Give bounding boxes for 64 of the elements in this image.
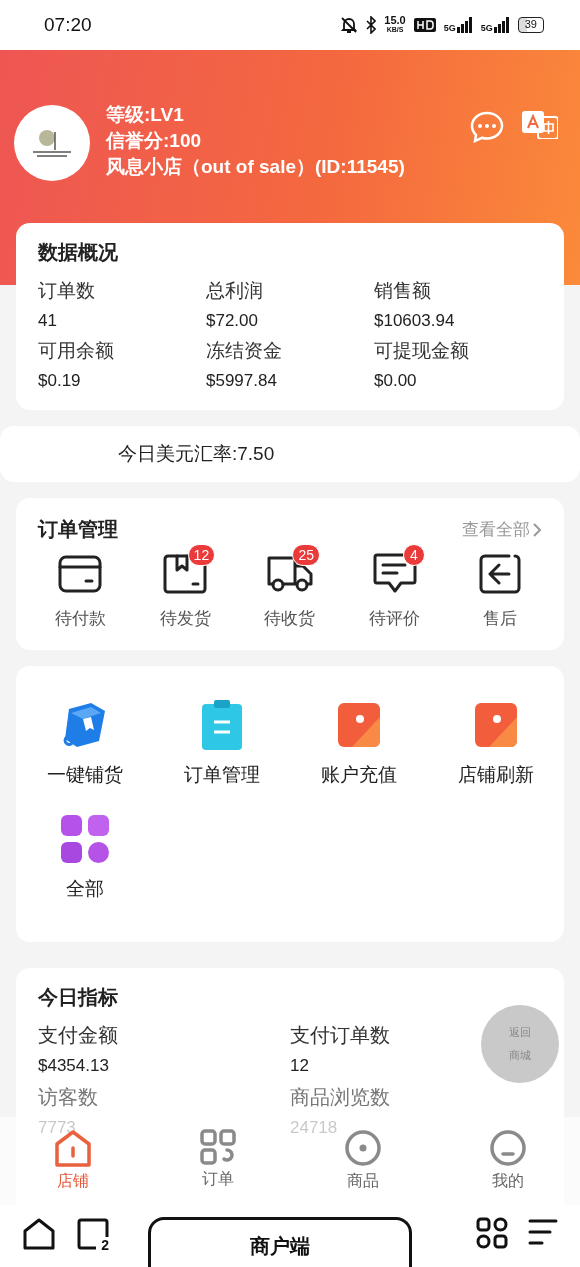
chat-icon[interactable] — [470, 111, 504, 143]
order-title: 订单管理 — [38, 517, 118, 542]
count-badge: 4 — [402, 544, 425, 566]
wallet-card-icon — [474, 703, 517, 747]
count-badge: 12 — [187, 544, 216, 566]
stat-label: 订单数 — [38, 279, 95, 303]
stat-value: $0.19 — [38, 370, 81, 392]
home-icon[interactable] — [22, 1217, 56, 1251]
tool-label[interactable]: 账户充值 — [320, 762, 397, 788]
profile-icon — [488, 1129, 527, 1167]
tool-label[interactable]: 订单管理 — [183, 762, 260, 788]
metric-label: 访客数 — [38, 1085, 98, 1110]
return-icon — [478, 554, 521, 594]
stat-value: $72.00 — [206, 310, 258, 332]
wallet-icon — [58, 555, 103, 593]
stat-value: $5997.84 — [206, 370, 277, 392]
translate-icon[interactable] — [522, 111, 558, 139]
stat-value: $10603.94 — [374, 310, 455, 332]
metric-label: 支付订单数 — [290, 1023, 390, 1048]
order-status-link[interactable]: 待发货 — [159, 607, 211, 630]
overview-title: 数据概况 — [38, 240, 119, 265]
tool-label[interactable]: 一键铺货 — [46, 762, 123, 788]
apps-icon — [60, 815, 109, 863]
apps-icon — [199, 1129, 236, 1165]
order-status-link[interactable]: 售后 — [482, 607, 517, 630]
metric-value: 12 — [290, 1055, 309, 1077]
stat-value: $0.00 — [374, 370, 417, 392]
tool-label[interactable]: 全部 — [65, 876, 104, 902]
package-icon — [62, 701, 107, 749]
tab-item[interactable]: 订单 — [145, 1117, 290, 1205]
stat-label: 冻结资金 — [206, 339, 282, 363]
metrics-title: 今日指标 — [38, 985, 119, 1010]
stat-label: 销售额 — [374, 279, 431, 303]
merchant-button[interactable]: 商户端 — [148, 1217, 412, 1267]
menu-icon[interactable] — [528, 1217, 558, 1247]
exchange-rate: 今日美元汇率:7.50 — [118, 442, 275, 466]
wallet-card-icon — [337, 703, 380, 747]
shop-credit: 信誉分:100 — [106, 129, 203, 153]
stat-label: 可提现金额 — [374, 339, 469, 363]
metric-value: $4354.13 — [38, 1055, 109, 1077]
shop-name: 风息小店（out of sale）(ID:11545) — [106, 155, 406, 179]
signal-indicator: 5G — [443, 17, 473, 33]
stat-label: 总利润 — [206, 279, 263, 303]
tab-item[interactable]: 我的 — [435, 1117, 580, 1205]
order-status-link[interactable]: 待付款 — [54, 607, 106, 630]
bluetooth-icon — [366, 16, 377, 34]
stat-label: 可用余额 — [38, 339, 114, 363]
apps-icon[interactable] — [476, 1217, 508, 1249]
metric-label: 商品浏览数 — [290, 1085, 390, 1110]
status-time: 07:20 — [44, 14, 92, 36]
order-status-link[interactable]: 待评价 — [369, 607, 421, 630]
bell-muted-icon — [340, 16, 359, 34]
battery-indicator: 39 — [517, 17, 544, 33]
stat-value: 41 — [38, 310, 57, 332]
target-icon — [343, 1129, 382, 1167]
count-badge: 25 — [292, 544, 320, 566]
shop-level: 等级:LV1 — [106, 103, 185, 127]
metric-label: 支付金额 — [38, 1023, 118, 1048]
tool-label[interactable]: 店铺刷新 — [457, 762, 534, 788]
hd-icon — [413, 18, 436, 32]
order-status-link[interactable]: 待收货 — [264, 607, 316, 630]
chevron-right-icon — [532, 521, 542, 538]
signal-indicator: 5G — [480, 17, 510, 33]
clipboard-icon — [201, 700, 242, 750]
